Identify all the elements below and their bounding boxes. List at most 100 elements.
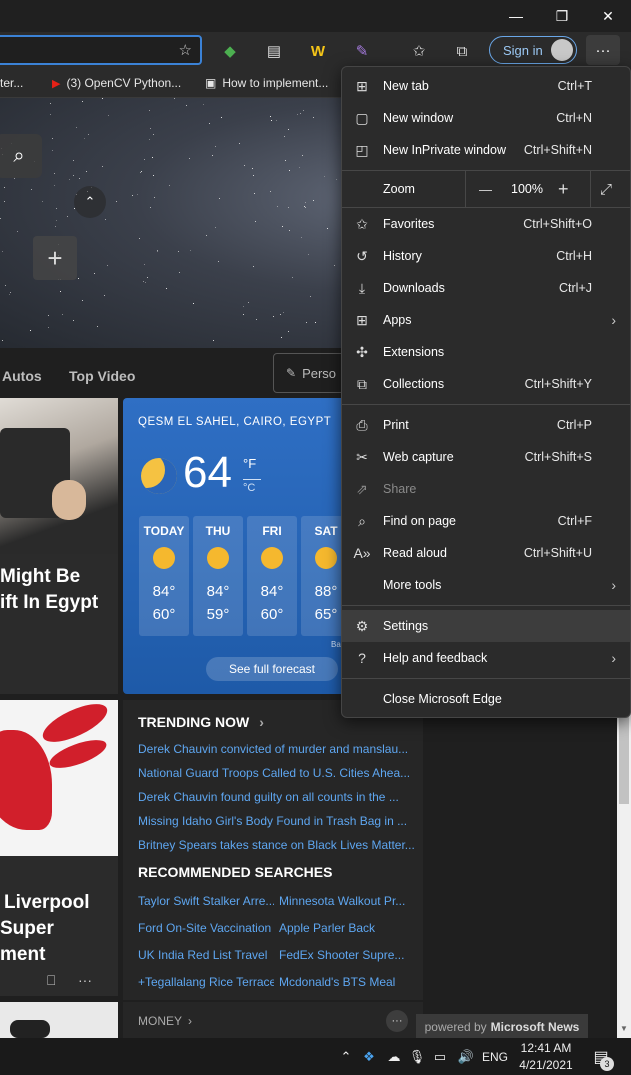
sign-in-button[interactable]: Sign in [489,36,577,64]
clock[interactable]: 12:41 AM 4/21/2021 [514,1038,578,1075]
unit-fahrenheit[interactable]: °F [243,456,256,471]
zoom-out-button[interactable]: — [479,182,492,197]
recommended-link[interactable]: Minnesota Walkout Pr... [279,894,409,908]
onedrive-icon[interactable]: ☁ [382,1038,406,1075]
collections-icon: ⧉ [357,375,367,392]
menu-item-new-inprivate[interactable]: ◰ New InPrivate window Ctrl+Shift+N [342,134,630,166]
news-card-2[interactable]: Liverpool Super ment ⎕ ··· [0,700,118,996]
star [88,134,89,135]
star [73,175,74,176]
sun-icon [315,547,337,569]
star [315,322,316,323]
recommended-link[interactable]: +Tegallalang Rice Terrace [138,975,274,989]
favorites-icon[interactable]: ✩ [405,37,433,65]
forecast-day-thu[interactable]: THU 84° 59° [193,516,243,636]
fullscreen-icon[interactable]: ⤢ [600,181,612,198]
recommended-link[interactable]: FedEx Shooter Supre... [279,948,409,962]
settings-and-more-button[interactable]: ··· [586,35,620,65]
star [277,206,278,207]
news-card-3-image[interactable] [0,1002,118,1038]
star [334,265,335,266]
menu-item-read-aloud[interactable]: A» Read aloud Ctrl+Shift+U [342,537,630,569]
address-bar[interactable]: ☆ [0,35,202,65]
trending-link-1[interactable]: Derek Chauvin convicted of murder and ma… [138,742,418,756]
minimize-button[interactable]: — [493,0,539,32]
star [94,273,95,274]
unit-celsius[interactable]: °C [243,482,255,494]
star [303,110,304,111]
menu-item-more-tools[interactable]: More tools › [342,569,630,601]
menu-item-new-window[interactable]: ▢ New window Ctrl+N [342,102,630,134]
powered-by-badge[interactable]: powered by Microsoft News [416,1014,588,1040]
menu-item-extensions[interactable]: ✣ Extensions [342,336,630,368]
see-full-forecast-button[interactable]: See full forecast [206,657,338,681]
star [221,117,222,118]
extension-icon-1[interactable]: ◆ [216,37,244,65]
scroll-down-arrow-icon[interactable]: ▼ [620,1024,628,1033]
money-section-label[interactable]: MONEY › [138,1014,192,1028]
trending-title[interactable]: TRENDING NOW › [138,714,264,730]
menu-item-web-capture[interactable]: ✂ Web capture Ctrl+Shift+S [342,441,630,473]
close-window-button[interactable]: ✕ [585,0,631,32]
menu-item-favorites[interactable]: ✩ Favorites Ctrl+Shift+O [342,208,630,240]
menu-item-print[interactable]: ⎙ Print Ctrl+P [342,409,630,441]
bookmark-item-1[interactable]: ter... [0,76,23,90]
menu-item-collections[interactable]: ⧉ Collections Ctrl+Shift+Y [342,368,630,400]
recommended-link[interactable]: UK India Red List Travel [138,948,274,962]
find-icon: ⌕ [358,512,366,529]
forecast-day-today[interactable]: TODAY 84° 60° [139,516,189,636]
star [209,123,210,124]
microphone-icon[interactable]: 🎙 [407,1038,427,1075]
recommended-link[interactable]: Taylor Swift Stalker Arre... [138,894,274,908]
menu-item-downloads[interactable]: ⤓ Downloads Ctrl+J [342,272,630,304]
menu-item-find-on-page[interactable]: ⌕ Find on page Ctrl+F [342,505,630,537]
weather-card[interactable]: QESM EL SAHEL, CAIRO, EGYPT 64 °F °C TOD… [123,398,351,694]
trending-link-5[interactable]: Britney Spears takes stance on Black Liv… [138,838,418,852]
extension-icon-3[interactable]: W [304,37,332,65]
bookmark-item-implement[interactable]: ▣ How to implement... [205,76,328,90]
extension-icon-4[interactable]: ✎ [348,37,376,65]
recommended-link[interactable]: Mcdonald's BTS Meal [279,975,409,989]
collapse-chevron-icon[interactable]: ⌃ [74,186,106,218]
search-icon[interactable]: ⌕ [0,134,42,178]
action-center-icon[interactable]: ▤ 3 [584,1038,618,1075]
sun-icon [207,547,229,569]
dropbox-icon[interactable]: ❖ [358,1038,380,1075]
money-card[interactable]: MONEY › ··· [123,1002,423,1038]
trending-link-2[interactable]: National Guard Troops Called to U.S. Cit… [138,766,418,780]
star [62,314,63,315]
menu-item-history[interactable]: ↺ History Ctrl+H [342,240,630,272]
zoom-in-button[interactable]: + [558,179,569,200]
feed-more-icon[interactable]: ··· [386,1010,408,1032]
collections-icon[interactable]: ⧉ [448,37,476,65]
bookmark-item-opencv[interactable]: ▶ (3) OpenCV Python... [52,76,181,90]
save-bookmark-icon[interactable]: ⎕ [47,972,55,989]
tab-autos[interactable]: Autos [2,368,42,384]
trending-link-3[interactable]: Derek Chauvin found guilty on all counts… [138,790,418,804]
menu-item-help[interactable]: ? Help and feedback › [342,642,630,674]
forecast-day-fri[interactable]: FRI 84° 60° [247,516,297,636]
show-hidden-icons-button[interactable]: ⌃ [336,1038,356,1075]
news-card-1[interactable]: Might Be ift In Egypt [0,398,118,694]
add-quick-link-button[interactable]: + [33,236,77,280]
star [150,128,151,129]
recommended-link[interactable]: Apple Parler Back [279,921,409,935]
scrollbar-thumb[interactable] [619,708,629,804]
menu-item-new-tab[interactable]: ⊞ New tab Ctrl+T [342,70,630,102]
card-more-icon[interactable]: ··· [78,972,92,988]
trending-link-4[interactable]: Missing Idaho Girl's Body Found in Trash… [138,814,418,828]
puzzle-icon: ✣ [356,343,368,360]
maximize-button[interactable]: ❐ [539,0,585,32]
add-favorite-icon[interactable]: ☆ [179,41,192,59]
tab-top-video[interactable]: Top Video [69,368,135,384]
language-indicator[interactable]: ENG [480,1038,510,1075]
star [73,320,74,321]
menu-item-settings[interactable]: ⚙ Settings [342,610,630,642]
volume-icon[interactable]: 🔊 [454,1038,478,1075]
menu-item-close-edge[interactable]: Close Microsoft Edge [342,683,630,715]
network-icon[interactable]: ▭ [430,1038,450,1075]
extension-icon-2[interactable]: ▤ [260,37,288,65]
menu-item-apps[interactable]: ⊞ Apps › [342,304,630,336]
star [273,316,274,317]
recommended-link[interactable]: Ford On-Site Vaccination [138,921,274,935]
